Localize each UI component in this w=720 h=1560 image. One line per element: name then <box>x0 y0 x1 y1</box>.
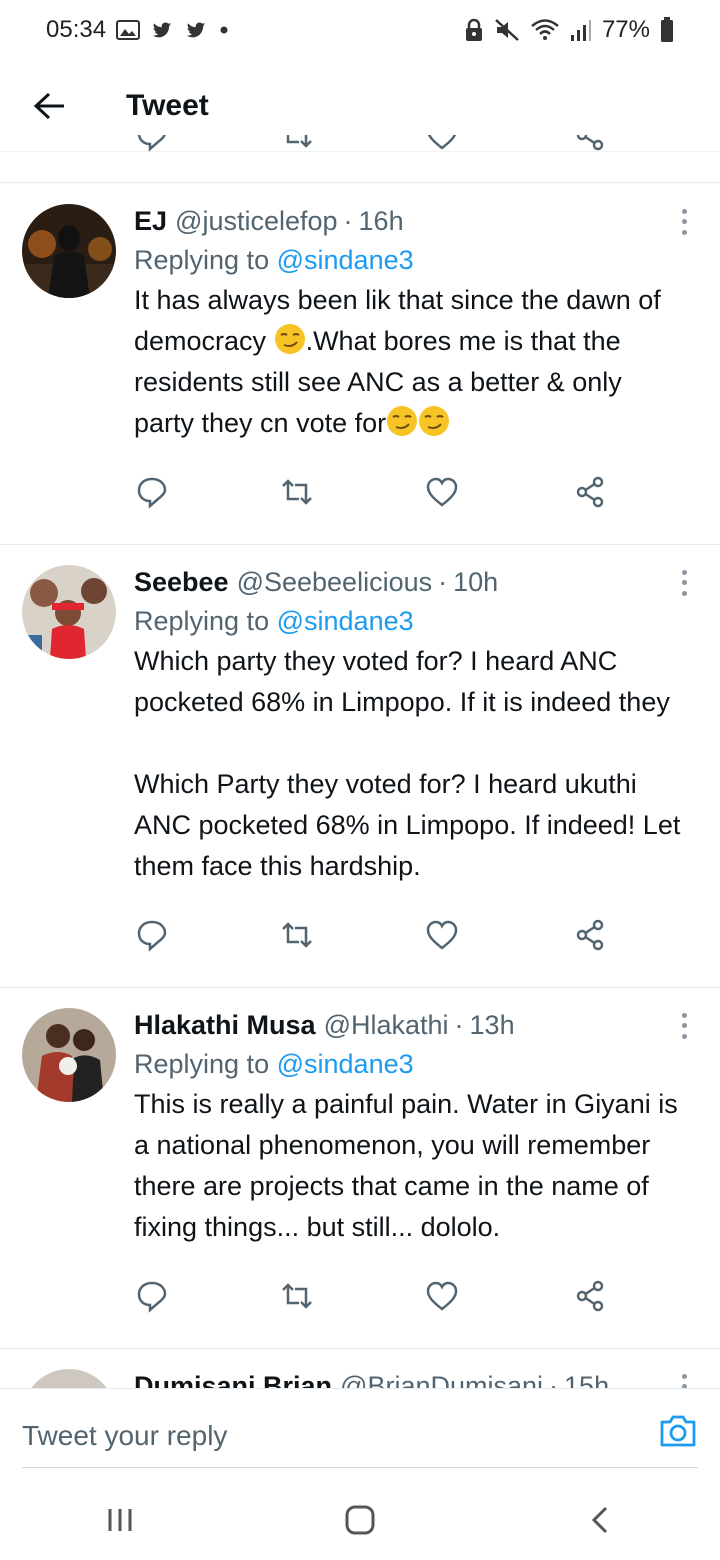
reply-icon[interactable] <box>132 1276 172 1316</box>
like-icon[interactable] <box>422 915 462 955</box>
recent-apps-icon[interactable] <box>80 1490 160 1550</box>
author-name[interactable]: Dumisani Brian <box>134 1367 332 1388</box>
smirking-face-icon <box>274 323 306 355</box>
replying-prefix: Replying to <box>134 245 270 275</box>
smirking-face-icon <box>418 405 450 437</box>
replying-to: Replying to @sindane3 <box>134 240 698 280</box>
replying-to: Replying to @sindane3 <box>134 601 698 641</box>
smirking-face-icon <box>386 405 418 437</box>
twitter-icon <box>150 19 174 41</box>
system-nav-bar <box>0 1480 720 1560</box>
tweet-item[interactable]: Dumisani Brian @BrianDumisani · 15h <box>0 1349 720 1388</box>
previous-tweet-actions <box>0 135 720 183</box>
status-bar: 05:34 77% <box>0 0 720 60</box>
tweet-item[interactable]: EJ @justicelefop · 16h Replying to @sind… <box>0 184 720 545</box>
replying-to: Replying to @sindane3 <box>134 1044 698 1084</box>
battery-percent: 77% <box>601 16 650 43</box>
tweet-text: It has always been lik that since the da… <box>134 280 698 444</box>
avatar[interactable] <box>22 204 116 298</box>
like-icon[interactable] <box>422 135 462 155</box>
tweet-item[interactable]: Hlakathi Musa @Hlakathi · 13h Replying t… <box>0 988 720 1349</box>
separator: · <box>549 1371 559 1388</box>
share-icon[interactable] <box>570 915 610 955</box>
back-icon[interactable] <box>560 1490 640 1550</box>
tweet-header: Hlakathi Musa @Hlakathi · 13h <box>134 1006 698 1044</box>
replying-prefix: Replying to <box>134 606 270 636</box>
tweet-header: Seebee @Seebeelicious · 10h <box>134 563 698 601</box>
reply-icon[interactable] <box>132 915 172 955</box>
replies-feed[interactable]: EJ @justicelefop · 16h Replying to @sind… <box>0 184 720 1388</box>
tweet-time: 15h <box>564 1371 610 1388</box>
tweet-actions <box>0 887 720 987</box>
status-left: 05:34 <box>46 16 230 44</box>
retweet-icon[interactable] <box>277 472 317 512</box>
more-options-button[interactable] <box>672 567 696 599</box>
more-options-button[interactable] <box>672 1371 696 1388</box>
tweet-actions <box>0 1248 720 1348</box>
tweet-time: 16h <box>358 206 404 236</box>
arrow-left-icon <box>33 92 64 119</box>
tweet-header: Dumisani Brian @BrianDumisani · 15h <box>134 1367 698 1388</box>
share-icon[interactable] <box>570 472 610 512</box>
author-handle[interactable]: @BrianDumisani <box>340 1367 543 1388</box>
input-underline <box>22 1467 698 1468</box>
author-name[interactable]: Hlakathi Musa <box>134 1006 316 1044</box>
tweet-item[interactable]: Seebee @Seebeelicious · 10h Replying to … <box>0 545 720 988</box>
battery-icon <box>660 17 674 43</box>
mention-link[interactable]: @sindane3 <box>277 1049 414 1079</box>
retweet-icon[interactable] <box>277 135 317 155</box>
share-icon[interactable] <box>570 1276 610 1316</box>
page-title: Tweet <box>126 88 209 122</box>
retweet-icon[interactable] <box>277 915 317 955</box>
retweet-icon[interactable] <box>277 1276 317 1316</box>
reply-icon[interactable] <box>132 135 172 155</box>
signal-icon <box>570 18 592 42</box>
like-icon[interactable] <box>422 472 462 512</box>
replying-prefix: Replying to <box>134 1049 270 1079</box>
author-name[interactable]: Seebee <box>134 563 229 601</box>
back-button[interactable] <box>18 74 82 138</box>
tweet-text: This is really a painful pain. Water in … <box>134 1089 678 1242</box>
author-handle[interactable]: @justicelefop <box>175 202 338 240</box>
camera-icon[interactable] <box>658 1413 698 1453</box>
gallery-icon <box>116 19 141 41</box>
reply-icon[interactable] <box>132 472 172 512</box>
reply-composer <box>0 1388 720 1480</box>
tweet-text: Which party they voted for? I heard ANC … <box>134 646 681 881</box>
avatar[interactable] <box>22 1008 116 1102</box>
reply-input[interactable] <box>22 1411 622 1461</box>
mention-link[interactable]: @sindane3 <box>277 606 414 636</box>
tweet-time: 13h <box>469 1010 515 1040</box>
separator: · <box>438 567 448 597</box>
like-icon[interactable] <box>422 1276 462 1316</box>
more-options-button[interactable] <box>672 1010 696 1042</box>
more-options-button[interactable] <box>672 206 696 238</box>
wifi-icon <box>530 18 560 42</box>
avatar[interactable] <box>22 1369 116 1388</box>
tweet-actions <box>0 444 720 544</box>
status-time: 05:34 <box>46 16 107 43</box>
share-icon[interactable] <box>570 135 610 155</box>
dot-icon <box>218 24 230 36</box>
mute-icon <box>494 18 520 42</box>
status-right: 77% <box>464 16 674 44</box>
author-handle[interactable]: @Hlakathi <box>324 1006 449 1044</box>
author-handle[interactable]: @Seebeelicious <box>237 563 433 601</box>
separator: · <box>343 206 353 236</box>
separator: · <box>454 1010 464 1040</box>
lock-icon <box>464 18 484 42</box>
home-icon[interactable] <box>320 1490 400 1550</box>
tweet-header: EJ @justicelefop · 16h <box>134 202 698 240</box>
mention-link[interactable]: @sindane3 <box>277 245 414 275</box>
tweet-time: 10h <box>453 567 499 597</box>
author-name[interactable]: EJ <box>134 202 167 240</box>
twitter-icon <box>184 19 208 41</box>
avatar[interactable] <box>22 565 116 659</box>
